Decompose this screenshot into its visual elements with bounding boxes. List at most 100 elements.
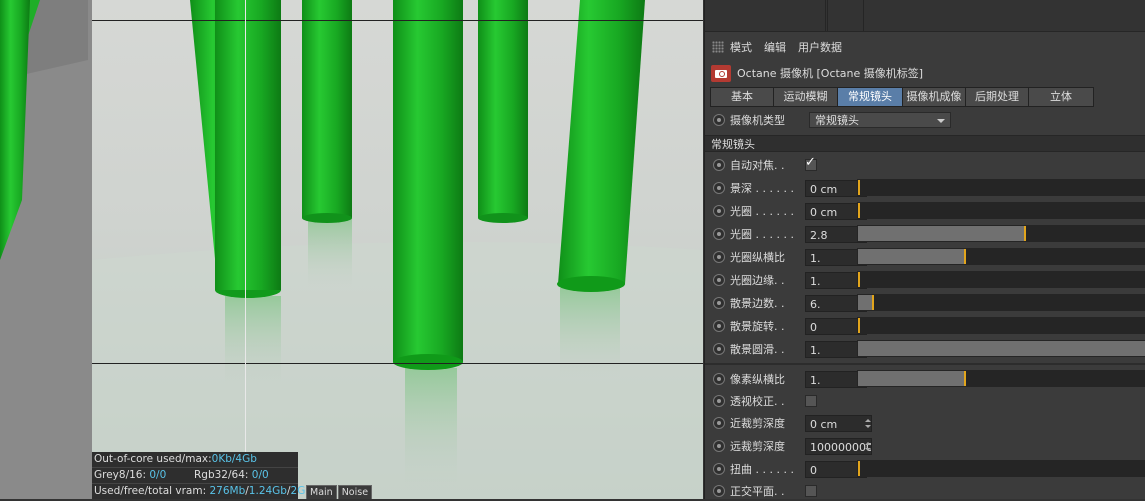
param-value: 1.	[810, 343, 821, 357]
animate-radio[interactable]	[713, 251, 725, 263]
slider-fill	[858, 249, 964, 264]
animate-radio[interactable]	[713, 274, 725, 286]
section-header: 常规镜头	[705, 135, 1145, 152]
param-row-near-clip: 近裁剪深度 0 cm	[705, 413, 1145, 433]
param-slider[interactable]	[857, 202, 1145, 219]
stat-value: 0/0	[251, 469, 269, 481]
param-slider[interactable]	[857, 248, 1145, 265]
param-value: 0 cm	[810, 417, 838, 431]
slider-handle[interactable]	[964, 249, 966, 264]
animate-radio[interactable]	[713, 228, 725, 240]
param-slider[interactable]	[857, 225, 1145, 242]
param-label: 光圈边缘. .	[730, 274, 785, 287]
param-label: 正交平面. .	[730, 485, 785, 498]
param-row-aperture2: 光圈 . . . . . . 2.8	[705, 224, 1145, 244]
menu-edit[interactable]: 编辑	[764, 39, 786, 55]
group-separator	[705, 363, 1145, 365]
animate-radio[interactable]	[713, 114, 725, 126]
animate-radio[interactable]	[713, 159, 725, 171]
menu-user-data[interactable]: 用户数据	[798, 39, 842, 55]
tab-thin-lens[interactable]: 常规镜头	[837, 87, 903, 107]
slider-handle[interactable]	[858, 461, 860, 476]
param-row-bokeh-sides: 散景边数. . 6.	[705, 293, 1145, 313]
param-value: 6.	[810, 297, 821, 311]
param-checkbox[interactable]	[805, 395, 817, 407]
param-label: 透视校正. .	[730, 395, 785, 408]
menu-mode[interactable]: 模式	[730, 39, 752, 55]
animate-radio[interactable]	[713, 485, 725, 497]
slider-handle[interactable]	[964, 371, 966, 386]
param-label: 近裁剪深度	[730, 417, 785, 430]
param-slider[interactable]	[857, 317, 1145, 334]
guide-line-vertical	[245, 0, 246, 499]
guide-line-top	[92, 20, 703, 21]
param-number-field[interactable]: 1000000000	[805, 437, 872, 455]
param-value: 1.	[810, 373, 821, 387]
param-row-bokeh-round: 散景圆滑. . 1.	[705, 339, 1145, 359]
param-row-far-clip: 远裁剪深度 1000000000	[705, 436, 1145, 456]
object-title-row: Octane 摄像机 [Octane 摄像机标签]	[705, 62, 1145, 84]
animate-radio[interactable]	[713, 417, 725, 429]
render-preview-image	[0, 0, 703, 499]
animate-radio[interactable]	[713, 440, 725, 452]
animate-radio[interactable]	[713, 395, 725, 407]
tab-post-processing[interactable]: 后期处理	[965, 87, 1029, 107]
slider-handle[interactable]	[858, 180, 860, 195]
tab-stereo[interactable]: 立体	[1028, 87, 1094, 107]
animate-radio[interactable]	[713, 373, 725, 385]
slider-handle[interactable]	[858, 203, 860, 218]
slider-fill	[858, 341, 1145, 356]
param-row-aperture1: 光圈 . . . . . . 0 cm	[705, 201, 1145, 221]
animate-radio[interactable]	[713, 320, 725, 332]
animate-radio[interactable]	[713, 182, 725, 194]
param-number-field[interactable]: 0 cm	[805, 414, 872, 432]
render-stats-overlay: Out-of-core used/max:0Kb/4Gb Grey8/16: 0…	[92, 452, 312, 499]
param-row-pixel-ratio: 像素纵横比 1.	[705, 369, 1145, 389]
param-label: 散景边数. .	[730, 297, 785, 310]
param-row-depth: 景深 . . . . . . 0 cm	[705, 178, 1145, 198]
param-value: 0	[810, 320, 817, 334]
stat-label: Used/free/total vram:	[94, 485, 207, 497]
animate-radio[interactable]	[713, 463, 725, 475]
param-row-bokeh-rotation: 散景旋转. . 0	[705, 316, 1145, 336]
param-value: 0 cm	[810, 182, 838, 196]
stat-value: 276Mb	[209, 485, 246, 497]
render-viewport[interactable]: Out-of-core used/max:0Kb/4Gb Grey8/16: 0…	[0, 0, 703, 499]
animate-radio[interactable]	[713, 297, 725, 309]
tab-basic[interactable]: 基本	[710, 87, 774, 107]
tab-noise[interactable]: Noise	[337, 485, 373, 499]
tab-motion-blur[interactable]: 运动模糊	[773, 87, 838, 107]
param-slider[interactable]	[857, 179, 1145, 196]
param-slider[interactable]	[857, 271, 1145, 288]
param-slider[interactable]	[857, 340, 1145, 357]
param-value: 1.	[810, 274, 821, 288]
param-row-auto-focus: 自动对焦. .	[705, 155, 1145, 175]
param-checkbox[interactable]	[805, 485, 817, 497]
param-value: 1000000000	[810, 440, 871, 454]
param-slider[interactable]	[857, 294, 1145, 311]
tab-camera-imager[interactable]: 摄像机成像	[902, 87, 966, 107]
slider-fill	[858, 226, 1024, 241]
tab-main[interactable]: Main	[306, 485, 337, 499]
attribute-tabs: 基本 运动模糊 常规镜头 摄像机成像 后期处理 立体	[710, 87, 1094, 107]
param-slider[interactable]	[857, 370, 1145, 387]
param-checkbox[interactable]	[805, 155, 817, 171]
slider-handle[interactable]	[872, 295, 874, 310]
camera-type-row: 摄像机类型 常规镜头	[705, 110, 1145, 130]
animate-radio[interactable]	[713, 205, 725, 217]
stat-value: 0/0	[149, 469, 167, 481]
param-slider[interactable]	[857, 460, 1145, 477]
slider-fill	[858, 371, 964, 386]
slider-handle[interactable]	[1024, 226, 1026, 241]
animate-radio[interactable]	[713, 343, 725, 355]
param-label: 自动对焦. .	[730, 159, 785, 172]
camera-type-dropdown[interactable]: 常规镜头	[809, 112, 951, 128]
param-label: 光圈纵横比	[730, 251, 785, 264]
param-label: 散景圆滑. .	[730, 343, 785, 356]
camera-type-label: 摄像机类型	[730, 114, 785, 127]
drag-grip-icon[interactable]	[712, 41, 724, 53]
slider-fill	[858, 295, 872, 310]
slider-handle[interactable]	[858, 272, 860, 287]
stat-value: 1.24Gb	[248, 485, 287, 497]
slider-handle[interactable]	[858, 318, 860, 333]
